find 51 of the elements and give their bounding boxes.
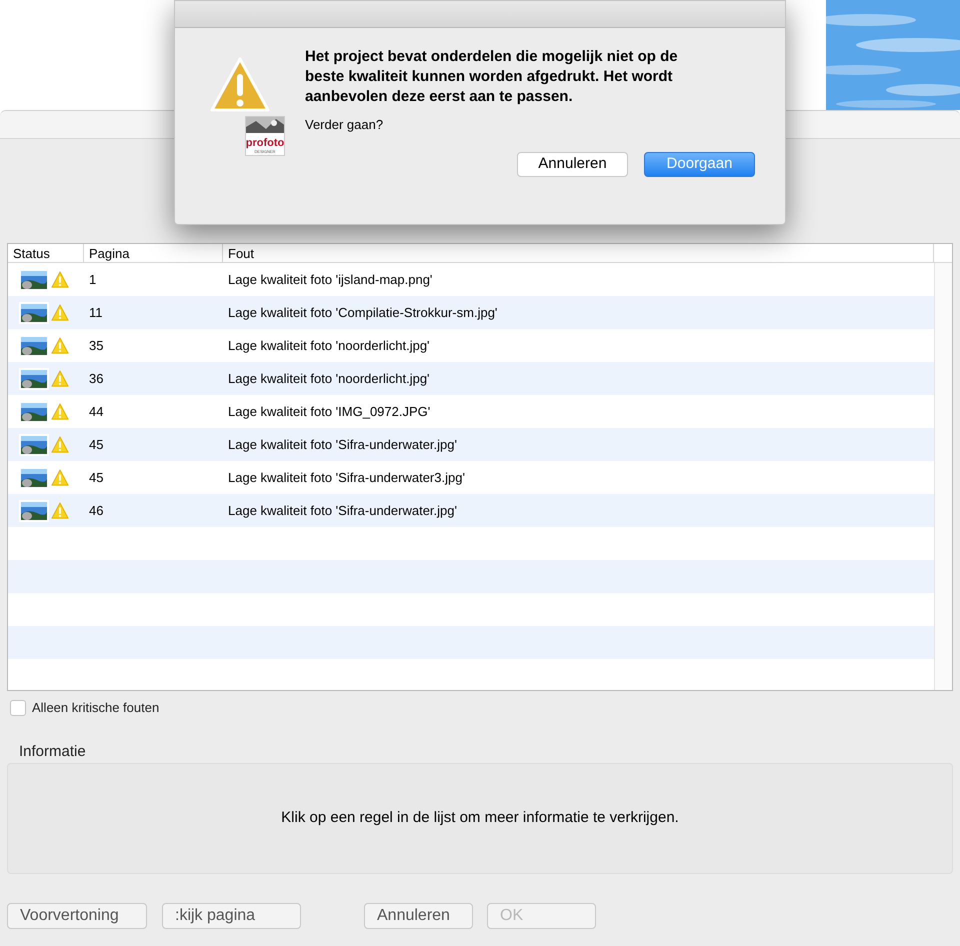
page-cell-text: 44 bbox=[88, 402, 104, 421]
column-header[interactable]: Status bbox=[8, 244, 84, 262]
photo-icon bbox=[19, 334, 49, 356]
alert-button[interactable]: Annuleren bbox=[517, 152, 628, 177]
photo-icon bbox=[19, 466, 49, 488]
info-text: Klik op een regel in de lijst om meer informatie te verkrijgen. bbox=[281, 808, 679, 828]
warning-icon bbox=[51, 502, 69, 520]
section-title: Informatie bbox=[19, 743, 87, 761]
dialog-button[interactable]: Voorvertoning bbox=[7, 903, 147, 929]
error-cell-text: Lage kwaliteit foto 'ijsland-map.png' bbox=[227, 270, 434, 289]
table-row[interactable]: 45 Lage kwaliteit foto 'Sifra-underwater.jpg' bbox=[8, 428, 934, 461]
warning-icon bbox=[51, 436, 69, 454]
logo-text: profoto bbox=[246, 138, 284, 149]
photo-icon bbox=[19, 400, 49, 422]
column-header[interactable]: Pagina bbox=[84, 244, 223, 262]
error-cell-text: Lage kwaliteit foto 'Sifra-underwater.jpg' bbox=[227, 502, 458, 520]
photo-icon bbox=[19, 368, 49, 390]
photo-icon bbox=[19, 302, 49, 324]
page-cell-text: 1 bbox=[88, 270, 98, 289]
photo-icon bbox=[19, 268, 49, 290]
dialog-button[interactable]: :kijk pagina bbox=[162, 903, 301, 929]
warning-icon bbox=[51, 270, 69, 288]
table-row[interactable]: 11 Lage kwaliteit foto 'Compilatie-Strokkur-sm.jpg' bbox=[8, 296, 934, 329]
error-cell-text: Lage kwaliteit foto 'noorderlicht.jpg' bbox=[227, 336, 431, 355]
page-cell-text: 36 bbox=[88, 370, 104, 388]
warning-icon bbox=[51, 370, 69, 388]
warning-icon bbox=[51, 336, 69, 354]
page-cell-text: 45 bbox=[88, 468, 104, 487]
warning-icon bbox=[51, 468, 69, 486]
alert-message: Het project bevat onderdelen die mogelijk niet op de beste kwaliteit kunnen worden afgedrukt. Het wordt aanbevolen deze eerst aan te passen. bbox=[305, 47, 679, 107]
column-header[interactable]: Fout bbox=[223, 244, 934, 262]
table-row[interactable]: 36 Lage kwaliteit foto 'noorderlicht.jpg' bbox=[8, 362, 934, 395]
error-cell-text: Lage kwaliteit foto 'noorderlicht.jpg' bbox=[227, 370, 431, 388]
checkbox-label: Alleen kritische fouten bbox=[32, 699, 160, 718]
page-cell-text: 35 bbox=[88, 336, 104, 355]
warning-icon bbox=[209, 56, 271, 114]
dialog-button[interactable]: Annuleren bbox=[364, 903, 473, 929]
page-cell-text: 11 bbox=[88, 304, 104, 322]
table-row[interactable]: 46 Lage kwaliteit foto 'Sifra-underwater.jpg' bbox=[8, 494, 934, 527]
checkbox[interactable] bbox=[10, 700, 26, 716]
photo-icon bbox=[19, 500, 49, 522]
alert-question: Verder gaan? bbox=[305, 116, 384, 134]
photo-icon bbox=[19, 434, 49, 456]
error-cell-text: Lage kwaliteit foto 'Sifra-underwater3.jpg' bbox=[227, 468, 466, 487]
error-cell-text: Lage kwaliteit foto 'IMG_0972.JPG' bbox=[227, 402, 432, 421]
warning-icon bbox=[51, 402, 69, 420]
warning-icon bbox=[51, 304, 69, 322]
page-cell-text: 46 bbox=[88, 502, 104, 520]
error-cell-text: Lage kwaliteit foto 'Compilatie-Strokkur-sm.jpg' bbox=[227, 304, 498, 322]
page-cell-text: 45 bbox=[88, 436, 104, 454]
error-cell-text: Lage kwaliteit foto 'Sifra-underwater.jpg' bbox=[227, 436, 458, 454]
